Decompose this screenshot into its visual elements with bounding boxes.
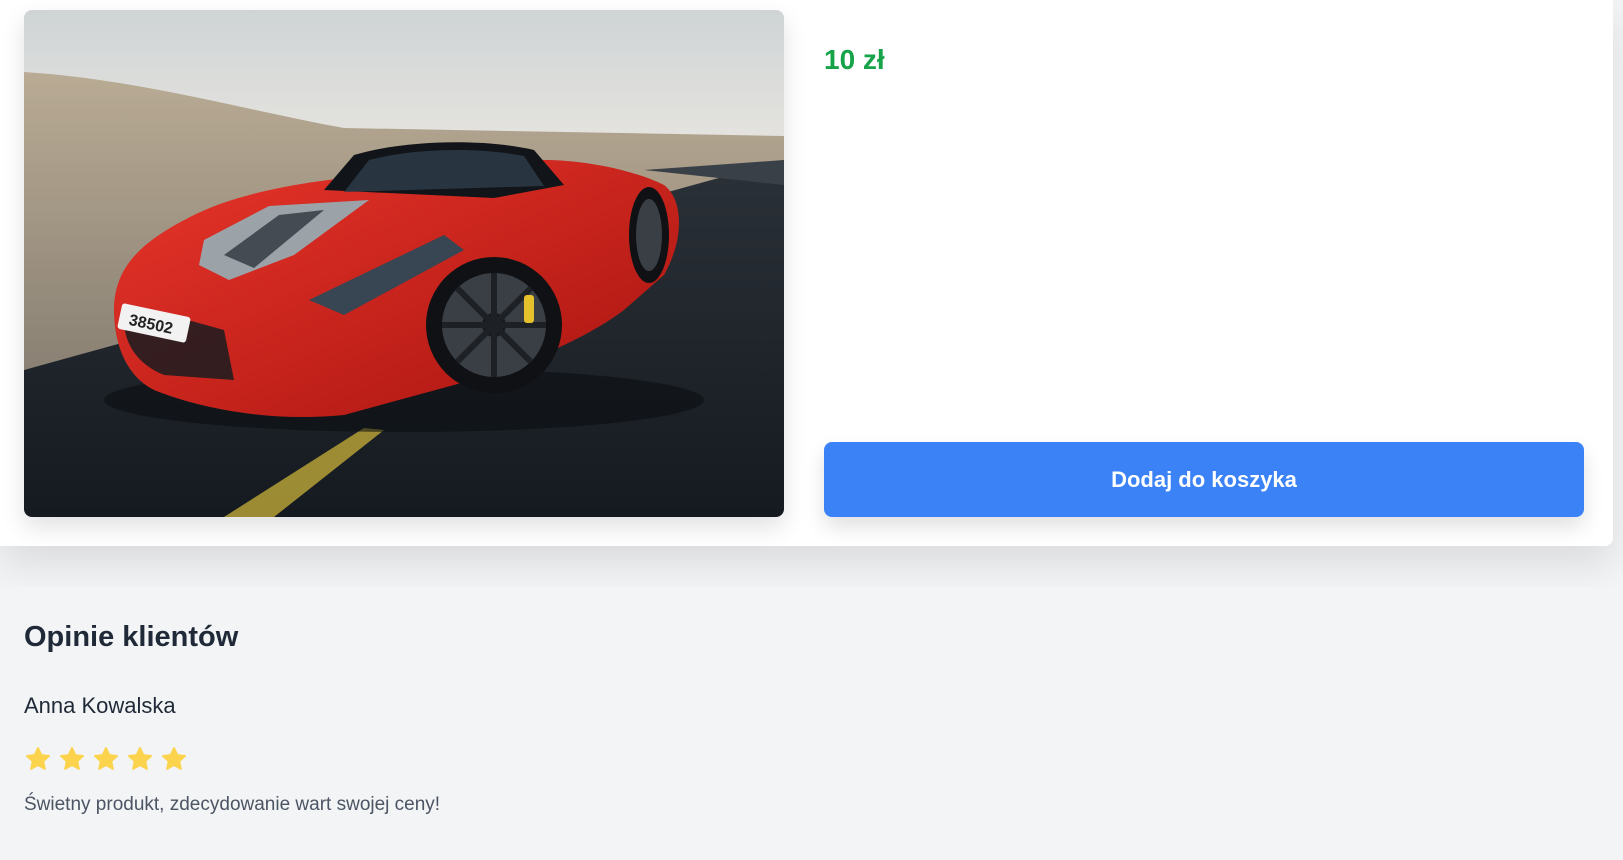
reviewer-name: Anna Kowalska [24, 693, 176, 718]
product-image: 38502 [24, 10, 784, 517]
star-icon [58, 745, 86, 773]
review-text: Świetny produkt, zdecydowanie wart swoje… [24, 794, 441, 815]
star-rating [24, 745, 188, 773]
car-photo: 38502 [24, 10, 784, 517]
star-icon [126, 745, 154, 773]
star-icon [24, 745, 52, 773]
star-icon [92, 745, 120, 773]
reviews-heading: Opinie klientów [24, 621, 239, 653]
product-price: 10 zł [824, 44, 885, 75]
product-card: 38502 10 zł Dodaj do koszyka [0, 0, 1613, 546]
add-to-cart-button[interactable]: Dodaj do koszyka [824, 442, 1584, 517]
customer-reviews-section: Opinie klientów Anna Kowalska Świetny pr… [0, 587, 1623, 860]
star-icon [160, 745, 188, 773]
